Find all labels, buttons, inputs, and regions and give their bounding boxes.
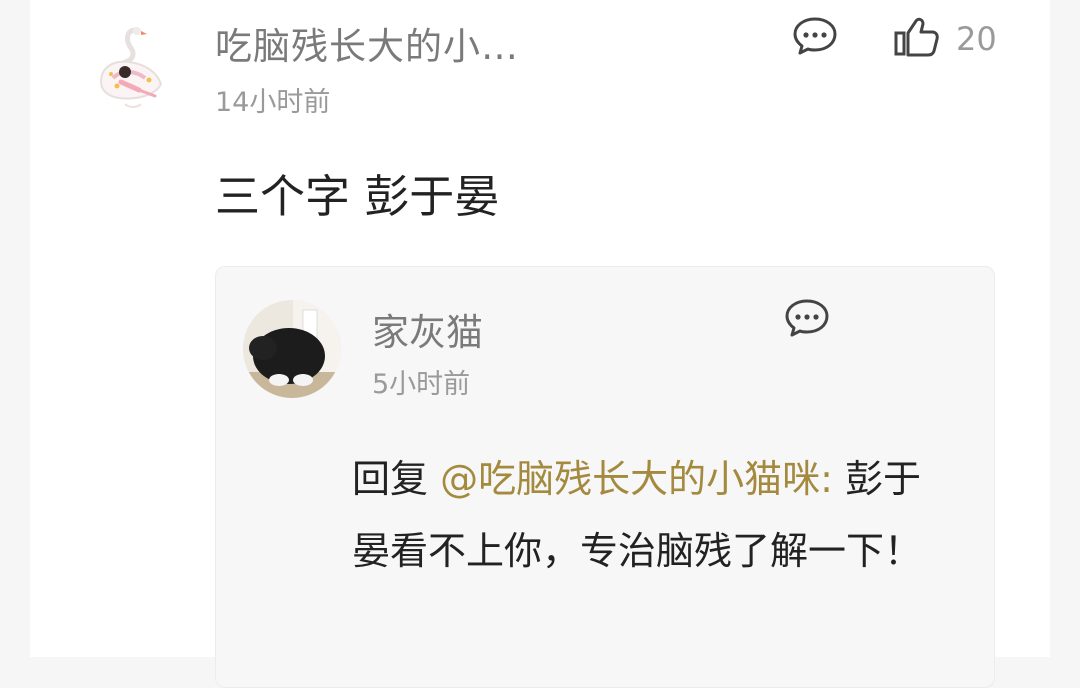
- reply-mention-link[interactable]: @吃脑残长大的小猫咪:: [440, 457, 833, 501]
- comment-author[interactable]: 吃脑残长大的小…: [215, 16, 519, 70]
- reply-author[interactable]: 家灰猫: [372, 302, 483, 356]
- comment-text: 三个字 彭于晏: [215, 170, 500, 223]
- comment-icon[interactable]: [792, 16, 838, 56]
- thumbs-up-icon[interactable]: [893, 16, 939, 58]
- reply-comment-icon[interactable]: [784, 298, 830, 338]
- user-avatar[interactable]: [95, 22, 171, 112]
- reply-text: 回复 @吃脑残长大的小猫咪: 彭于晏看不上你，专治脑残了解一下！: [352, 443, 942, 587]
- like-count: 20: [956, 20, 997, 58]
- reply-prefix: 回复: [352, 457, 441, 501]
- reply-avatar[interactable]: [243, 300, 341, 398]
- reply-time: 5小时前: [372, 369, 471, 400]
- comment-time: 14小时前: [215, 87, 331, 118]
